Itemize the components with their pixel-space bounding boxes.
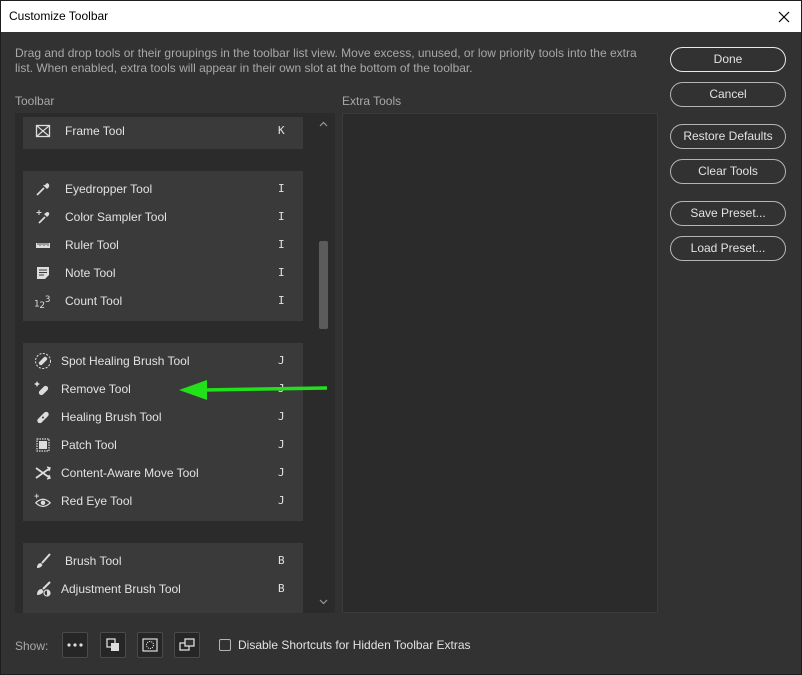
toolbar-list: Frame Tool K Eyedropper Tool I Color Sam…	[23, 115, 303, 613]
tool-name: Adjustment Brush Tool	[61, 582, 181, 596]
color-sampler-icon	[34, 208, 52, 226]
tool-name: Red Eye Tool	[61, 494, 133, 508]
patch-icon	[34, 436, 52, 454]
tool-row-brush[interactable]: Brush Tool B	[23, 547, 303, 575]
toolbar-list-panel[interactable]: Frame Tool K Eyedropper Tool I Color Sam…	[15, 113, 335, 613]
tool-name: Count Tool	[65, 294, 123, 308]
count-icon: 123	[34, 292, 52, 310]
tool-group[interactable]: Eyedropper Tool I Color Sampler Tool I R…	[23, 171, 303, 321]
tool-shortcut: I	[278, 266, 285, 279]
title-bar: Customize Toolbar	[1, 1, 801, 32]
tool-row-note[interactable]: Note Tool I	[23, 259, 303, 287]
color-swatches-icon	[106, 638, 119, 651]
spot-healing-icon	[34, 352, 52, 370]
tool-shortcut: J	[278, 466, 285, 479]
tool-name: Eyedropper Tool	[65, 182, 153, 196]
note-icon	[34, 264, 52, 282]
tool-shortcut: J	[278, 354, 285, 367]
restore-defaults-button[interactable]: Restore Defaults	[670, 124, 786, 149]
tool-name: Ruler Tool	[65, 238, 119, 252]
toolbar-list-scrollbar[interactable]	[316, 113, 330, 613]
tool-group[interactable]: Frame Tool K	[23, 117, 303, 149]
tool-name: Brush Tool	[65, 554, 122, 568]
tool-row-partial	[23, 603, 303, 613]
tool-name: Frame Tool	[65, 124, 125, 138]
tool-row-frame[interactable]: Frame Tool K	[23, 117, 303, 145]
remove-tool-icon	[34, 380, 52, 398]
toolbar-heading: Toolbar	[15, 94, 55, 108]
tool-row-spot-healing[interactable]: Spot Healing Brush Tool J	[23, 347, 303, 375]
tool-group[interactable]: Brush Tool B Adjustment Brush Tool B	[23, 543, 303, 613]
tool-group[interactable]: Spot Healing Brush Tool J Remove Tool J …	[23, 343, 303, 521]
close-icon	[778, 11, 790, 22]
chevron-down-icon	[319, 599, 327, 605]
screen-mode-icon	[179, 638, 195, 651]
tool-shortcut: B	[278, 582, 285, 595]
tool-name: Remove Tool	[61, 382, 131, 396]
cancel-button[interactable]: Cancel	[670, 82, 786, 107]
tool-row-healing-brush[interactable]: Healing Brush Tool J	[23, 403, 303, 431]
show-quick-mask-button[interactable]	[137, 632, 163, 658]
healing-brush-icon	[34, 408, 52, 426]
tool-row-adjustment-brush[interactable]: Adjustment Brush Tool B	[23, 575, 303, 603]
red-eye-icon	[34, 492, 52, 510]
save-preset-button[interactable]: Save Preset...	[670, 201, 786, 226]
adjustment-brush-icon	[34, 580, 52, 598]
tool-name: Note Tool	[65, 266, 116, 280]
show-extras-button[interactable]	[62, 632, 88, 658]
tool-shortcut: I	[278, 238, 285, 251]
content-aware-move-icon	[34, 464, 52, 482]
tool-row-count[interactable]: 123 Count Tool I	[23, 287, 303, 315]
chevron-up-icon	[319, 121, 327, 127]
bottom-bar: Show: Disable Shortcuts for Hidden Toolb…	[1, 626, 801, 666]
tool-name: Patch Tool	[61, 438, 117, 452]
done-button[interactable]: Done	[670, 47, 786, 72]
more-dots-icon	[67, 643, 83, 647]
tool-shortcut: K	[278, 124, 285, 137]
scroll-thumb[interactable]	[319, 241, 328, 329]
tool-row-color-sampler[interactable]: Color Sampler Tool I	[23, 203, 303, 231]
tool-shortcut: J	[278, 410, 285, 423]
svg-text:3: 3	[45, 295, 51, 305]
tool-row-red-eye[interactable]: Red Eye Tool J	[23, 487, 303, 515]
load-preset-button[interactable]: Load Preset...	[670, 236, 786, 261]
extra-tools-panel[interactable]	[342, 113, 658, 613]
close-button[interactable]	[767, 1, 801, 32]
quick-mask-icon	[142, 638, 158, 652]
tool-row-content-aware-move[interactable]: Content-Aware Move Tool J	[23, 459, 303, 487]
window-title: Customize Toolbar	[9, 9, 109, 23]
tool-name: Content-Aware Move Tool	[61, 466, 199, 480]
tool-row-patch[interactable]: Patch Tool J	[23, 431, 303, 459]
scroll-down-button[interactable]	[316, 595, 330, 609]
disable-shortcuts-label[interactable]: Disable Shortcuts for Hidden Toolbar Ext…	[238, 638, 471, 652]
tool-shortcut: J	[278, 438, 285, 451]
ruler-icon	[34, 236, 52, 254]
disable-shortcuts-checkbox[interactable]	[219, 639, 231, 651]
tool-name: Healing Brush Tool	[61, 410, 162, 424]
tool-shortcut: B	[278, 554, 285, 567]
extra-tools-heading: Extra Tools	[342, 94, 402, 108]
tool-row-ruler[interactable]: Ruler Tool I	[23, 231, 303, 259]
annotation-arrow	[179, 380, 328, 400]
frame-icon	[34, 122, 52, 140]
tool-shortcut: J	[278, 494, 285, 507]
scroll-up-button[interactable]	[316, 117, 330, 131]
clear-tools-button[interactable]: Clear Tools	[670, 159, 786, 184]
tool-shortcut: I	[278, 182, 285, 195]
show-screen-mode-button[interactable]	[174, 632, 200, 658]
tool-name: Color Sampler Tool	[65, 210, 167, 224]
customize-toolbar-dialog: Customize Toolbar Drag and drop tools or…	[0, 0, 802, 675]
tool-shortcut: I	[278, 210, 285, 223]
instructions-text: Drag and drop tools or their groupings i…	[15, 46, 637, 75]
brush-icon	[34, 552, 52, 570]
tool-shortcut: I	[278, 294, 285, 307]
show-swatches-button[interactable]	[100, 632, 126, 658]
eyedropper-icon	[34, 180, 52, 198]
show-label: Show:	[15, 639, 49, 653]
tool-name: Spot Healing Brush Tool	[61, 354, 190, 368]
tool-row-eyedropper[interactable]: Eyedropper Tool I	[23, 175, 303, 203]
